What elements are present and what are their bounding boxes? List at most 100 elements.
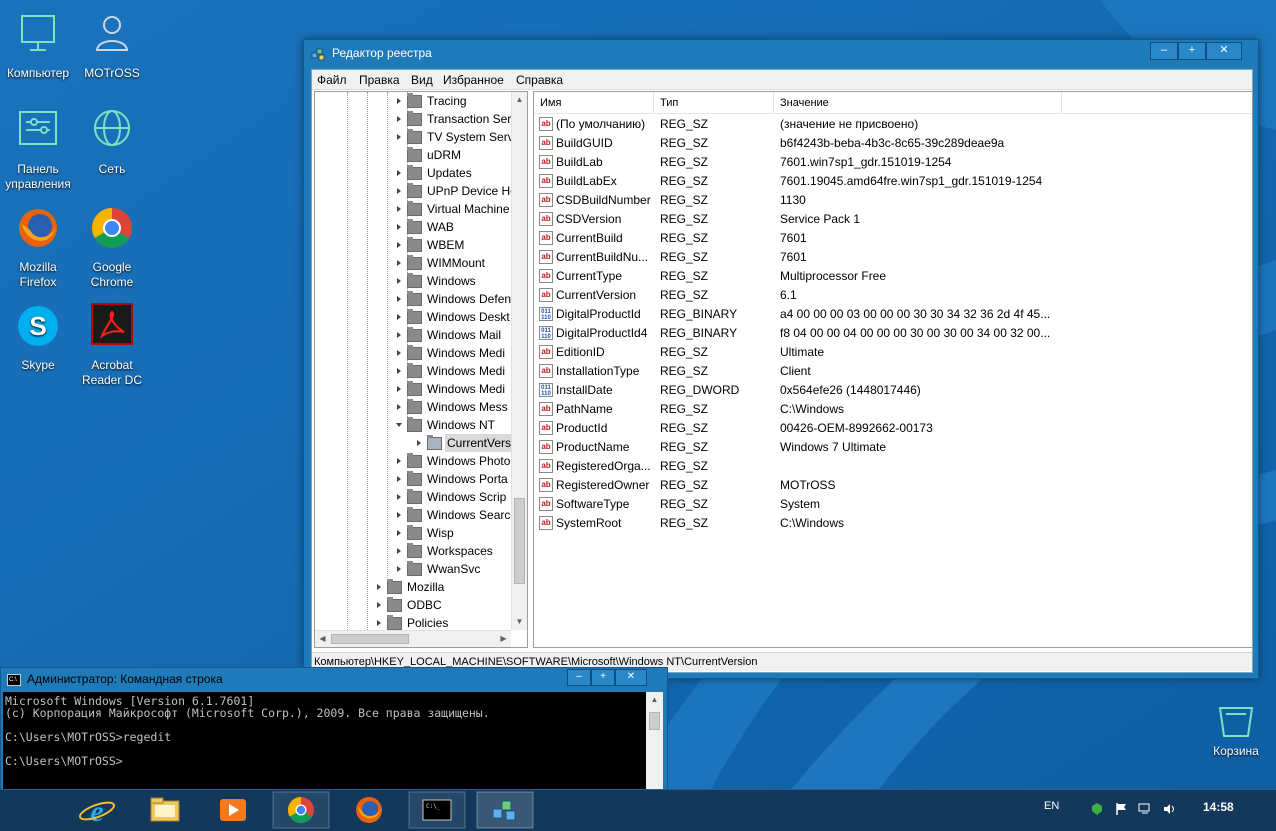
registry-value-row[interactable]: ab RegisteredOwner REG_SZ MOTrOSS	[534, 476, 1252, 495]
collapsed-arrow-icon[interactable]	[397, 548, 401, 554]
collapsed-arrow-icon[interactable]	[397, 458, 401, 464]
collapsed-arrow-icon[interactable]	[397, 278, 401, 284]
registry-value-row[interactable]: ab PathName REG_SZ C:\Windows	[534, 400, 1252, 419]
tree-node[interactable]: Transaction Ser	[397, 110, 511, 128]
console-output[interactable]: Microsoft Windows [Version 6.1.7601] (c) …	[3, 692, 646, 796]
registry-value-row[interactable]: ab CurrentType REG_SZ Multiprocessor Free	[534, 267, 1252, 286]
column-header-type[interactable]: Тип	[654, 92, 774, 113]
scroll-right-arrow[interactable]: ▶	[496, 631, 511, 646]
tree-node[interactable]: Wisp	[397, 524, 509, 542]
scroll-up-arrow[interactable]: ▲	[647, 692, 662, 707]
tree-node[interactable]: uDRM	[397, 146, 509, 164]
tree-node[interactable]: CurrentVersi	[417, 434, 516, 452]
tree-node[interactable]: Windows	[397, 272, 509, 290]
tree-node[interactable]: Windows Mail	[397, 326, 509, 344]
registry-value-row[interactable]: ab EditionID REG_SZ Ultimate	[534, 343, 1252, 362]
registry-value-row[interactable]: ab (По умолчанию) REG_SZ (значение не присв…	[534, 115, 1252, 134]
registry-value-row[interactable]: ab ProductId REG_SZ 00426-OEM-8992662-00173	[534, 419, 1252, 438]
tree-node[interactable]: WBEM	[397, 236, 509, 254]
tree-node[interactable]: WwanSvc	[397, 560, 509, 578]
registry-value-row[interactable]: ab CSDVersion REG_SZ Service Pack 1	[534, 210, 1252, 229]
desktop-icon-control-panel[interactable]: Панель управления	[0, 106, 76, 192]
cmd-taskbar-button[interactable]: C:\_	[408, 791, 466, 829]
column-header-value[interactable]: Значение	[774, 92, 1062, 113]
desktop-icon-skype[interactable]: S Skype	[0, 302, 76, 373]
collapsed-arrow-icon[interactable]	[397, 314, 401, 320]
tree-node[interactable]: Windows Medi	[397, 344, 509, 362]
collapsed-arrow-icon[interactable]	[397, 134, 401, 140]
tree-node[interactable]: Windows Porta	[397, 470, 509, 488]
tray-clock[interactable]: 14:58	[1203, 800, 1234, 814]
tree-node[interactable]: Windows Deskt	[397, 308, 510, 326]
collapsed-arrow-icon[interactable]	[397, 386, 401, 392]
expanded-arrow-icon[interactable]	[396, 423, 402, 427]
registry-value-row[interactable]: ab CurrentBuild REG_SZ 7601	[534, 229, 1252, 248]
registry-editor-window[interactable]: Редактор реестра – + ✕ Файл Правка Вид И…	[303, 39, 1259, 679]
collapsed-arrow-icon[interactable]	[397, 224, 401, 230]
collapsed-arrow-icon[interactable]	[397, 188, 401, 194]
action-center-icon[interactable]	[1090, 802, 1104, 816]
console-scrollbar[interactable]: ▲	[646, 692, 663, 796]
desktop-icon-computer[interactable]: Компьютер	[0, 10, 76, 81]
desktop-icon-chrome[interactable]: Google Chrome	[74, 204, 150, 290]
registry-value-row[interactable]: ab BuildLabEx REG_SZ 7601.19045.amd64fre.wi…	[534, 172, 1252, 191]
menu-help[interactable]: Справка	[516, 73, 563, 87]
tree-node[interactable]: Workspaces	[397, 542, 509, 560]
collapsed-arrow-icon[interactable]	[417, 440, 421, 446]
explorer-taskbar-button[interactable]	[136, 791, 194, 829]
registry-value-row[interactable]: ab InstallationType REG_SZ Client	[534, 362, 1252, 381]
tree-node[interactable]: Windows Scrip	[397, 488, 509, 506]
tree-node[interactable]: Mozilla	[377, 578, 509, 596]
window-titlebar[interactable]: Редактор реестра – + ✕	[304, 40, 1258, 68]
desktop-icon-recycle-bin[interactable]: Корзина	[1198, 704, 1274, 758]
registry-value-row[interactable]: 011 110 InstallDate REG_DWORD 0x564efe26 (14…	[534, 381, 1252, 400]
registry-value-row[interactable]: 011 110 DigitalProductId4 REG_BINARY f8 04 0…	[534, 324, 1252, 343]
registry-value-row[interactable]: ab CurrentBuildNu... REG_SZ 7601	[534, 248, 1252, 267]
registry-value-row[interactable]: ab BuildLab REG_SZ 7601.win7sp1_gdr.151019-…	[534, 153, 1252, 172]
tree-vertical-scrollbar[interactable]: ▲ ▼	[511, 92, 527, 630]
menu-file[interactable]: Файл	[317, 73, 347, 87]
registry-values-pane[interactable]: Имя Тип Значение ab (По умолчанию) REG_SZ(…	[533, 91, 1253, 648]
desktop-icon-acrobat[interactable]: Acrobat Reader DC	[74, 302, 150, 388]
collapsed-arrow-icon[interactable]	[397, 242, 401, 248]
collapsed-arrow-icon[interactable]	[397, 494, 401, 500]
registry-tree-pane[interactable]: Tracing Transaction Ser TV System Serv uDRM…	[314, 91, 528, 648]
collapsed-arrow-icon[interactable]	[377, 584, 381, 590]
desktop-icon-firefox[interactable]: Mozilla Firefox	[0, 204, 76, 290]
collapsed-arrow-icon[interactable]	[377, 602, 381, 608]
scroll-down-arrow[interactable]: ▼	[512, 614, 527, 629]
desktop-icon-network[interactable]: Сеть	[74, 106, 150, 177]
minimize-button[interactable]: –	[567, 669, 591, 686]
collapsed-arrow-icon[interactable]	[397, 170, 401, 176]
column-header-name[interactable]: Имя	[534, 92, 654, 113]
maximize-button[interactable]: +	[1178, 42, 1206, 60]
minimize-button[interactable]: –	[1150, 42, 1178, 60]
scroll-thumb[interactable]	[649, 712, 660, 730]
flag-icon[interactable]	[1114, 802, 1128, 816]
collapsed-arrow-icon[interactable]	[397, 98, 401, 104]
tree-node[interactable]: Windows Defen	[397, 290, 511, 308]
collapsed-arrow-icon[interactable]	[397, 296, 401, 302]
tray-language-indicator[interactable]: EN	[1044, 800, 1059, 812]
tree-node[interactable]: Tracing	[397, 92, 509, 110]
menu-favorites[interactable]: Избранное	[443, 73, 504, 87]
command-prompt-window[interactable]: C:\ Администратор: Командная строка – + …	[0, 667, 668, 799]
collapsed-arrow-icon[interactable]	[397, 206, 401, 212]
tree-node[interactable]: WAB	[397, 218, 509, 236]
collapsed-arrow-icon[interactable]	[397, 476, 401, 482]
ie-taskbar-button[interactable]: e	[68, 791, 126, 829]
chrome-taskbar-button[interactable]	[272, 791, 330, 829]
firefox-taskbar-button[interactable]	[340, 791, 398, 829]
collapsed-arrow-icon[interactable]	[377, 620, 381, 626]
registry-value-row[interactable]: 011 110 DigitalProductId REG_BINARY a4 00 00…	[534, 305, 1252, 324]
registry-value-row[interactable]: ab ProductName REG_SZ Windows 7 Ultimate	[534, 438, 1252, 457]
desktop-icon-user[interactable]: MOTrOSS	[74, 10, 150, 81]
collapsed-arrow-icon[interactable]	[397, 350, 401, 356]
tree-horizontal-scrollbar[interactable]: ◀ ▶	[315, 630, 511, 647]
collapsed-arrow-icon[interactable]	[397, 566, 401, 572]
tree-node[interactable]: Updates	[397, 164, 509, 182]
tree-node[interactable]: Windows Mess	[397, 398, 509, 416]
collapsed-arrow-icon[interactable]	[397, 404, 401, 410]
tree-node[interactable]: WIMMount	[397, 254, 509, 272]
registry-value-row[interactable]: ab SoftwareType REG_SZ System	[534, 495, 1252, 514]
